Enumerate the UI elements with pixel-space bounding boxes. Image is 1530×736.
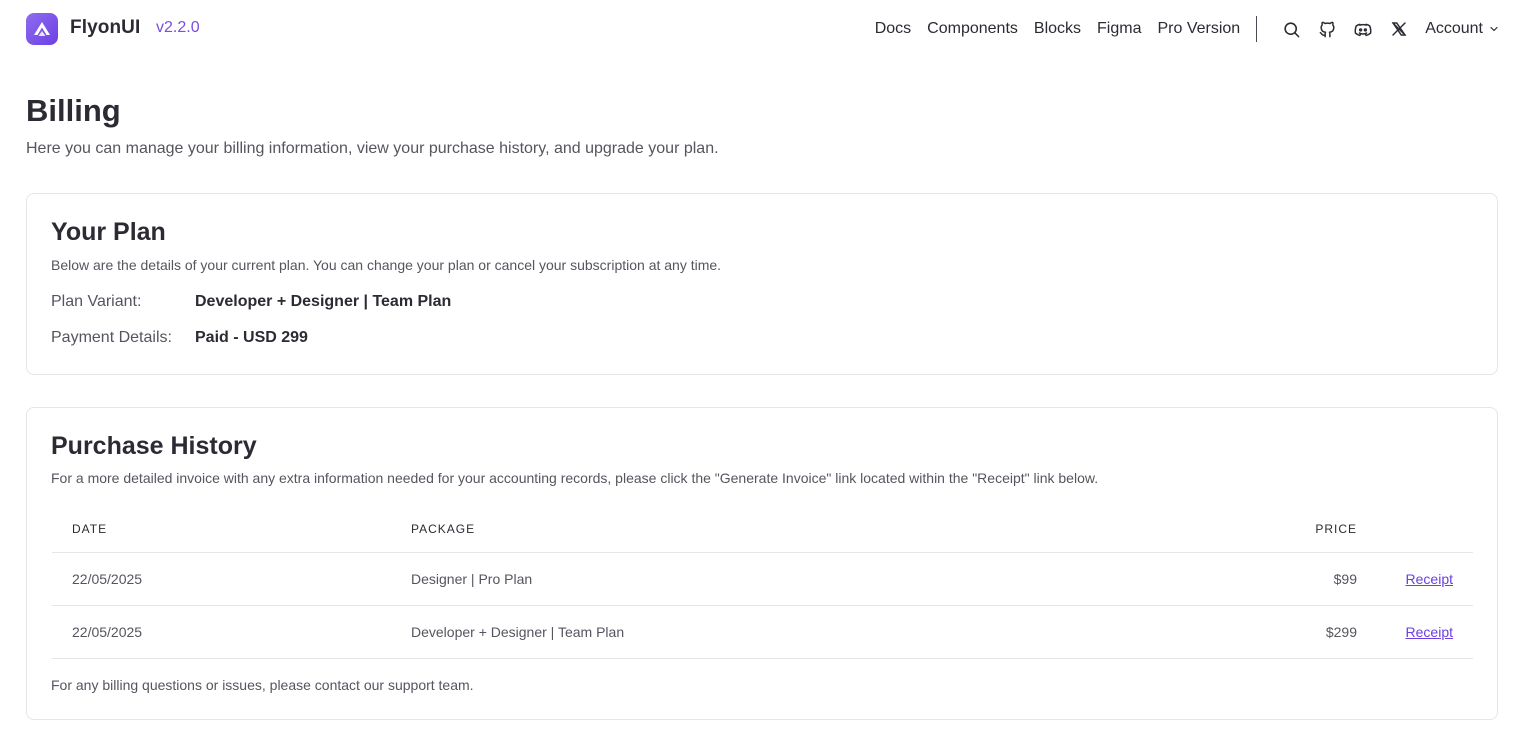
column-header-price: PRICE [1315,522,1357,536]
row-date: 22/05/2025 [72,571,143,587]
column-header-date: DATE [72,522,108,536]
brand-name[interactable]: FlyonUI [70,17,140,39]
payment-details-value: Paid - USD 299 [195,329,308,346]
row-package: Developer + Designer | Team Plan [411,624,625,640]
flyonui-logo-icon[interactable] [26,13,58,45]
plan-card-title: Your Plan [51,218,166,246]
nav-figma[interactable]: Figma [1097,20,1141,38]
plan-variant-row: Plan Variant: Developer + Designer | Tea… [51,293,451,311]
chevron-down-icon [1490,26,1498,32]
account-label: Account [1425,20,1483,37]
page-subtitle: Here you can manage your billing informa… [26,140,719,157]
table-row: 22/05/2025 Designer | Pro Plan $99 Recei… [52,553,1473,606]
plan-variant-value: Developer + Designer | Team Plan [195,293,452,310]
receipt-link[interactable]: Receipt [1406,571,1453,587]
search-icon[interactable] [1281,19,1301,39]
purchase-history-description: For a more detailed invoice with any ext… [51,470,1099,486]
purchase-history-table: DATE PACKAGE PRICE 22/05/2025 Designer |… [52,508,1473,659]
nav-components[interactable]: Components [927,20,1018,38]
nav-blocks[interactable]: Blocks [1034,20,1081,38]
payment-details-label: Payment Details: [51,329,172,346]
row-price: $299 [1325,624,1357,640]
row-package: Designer | Pro Plan [411,571,533,587]
receipt-link[interactable]: Receipt [1406,624,1453,640]
table-header: DATE PACKAGE PRICE [52,508,1473,553]
x-twitter-icon[interactable] [1389,19,1409,39]
payment-details-row: Payment Details: Paid - USD 299 [51,329,308,347]
billing-support-note: For any billing questions or issues, ple… [51,677,474,693]
github-icon[interactable] [1317,19,1337,39]
page-title: Billing [26,93,121,128]
plan-card-description: Below are the details of your current pl… [51,257,722,273]
version-badge[interactable]: v2.2.0 [156,19,200,37]
account-dropdown[interactable]: Account [1425,20,1500,38]
table-row: 22/05/2025 Developer + Designer | Team P… [52,606,1473,659]
main-nav: Docs Components Blocks Figma Pro Version [875,0,1500,58]
column-header-package: PACKAGE [411,522,476,536]
nav-pro-version[interactable]: Pro Version [1157,20,1240,38]
nav-divider [1256,16,1258,42]
row-price: $99 [1333,571,1357,587]
plan-card: Your Plan Below are the details of your … [26,193,1498,375]
purchase-history-card: Purchase History For a more detailed inv… [26,407,1498,720]
row-date: 22/05/2025 [72,624,143,640]
nav-docs[interactable]: Docs [875,20,911,38]
discord-icon[interactable] [1353,19,1373,39]
purchase-history-title: Purchase History [51,432,257,460]
plan-variant-label: Plan Variant: [51,293,142,310]
top-navbar: FlyonUI v2.2.0 Docs Components Blocks Fi… [0,0,1530,58]
